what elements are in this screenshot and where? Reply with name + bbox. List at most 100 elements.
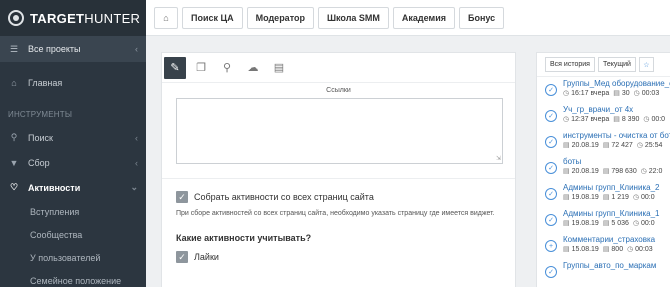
sidebar-item-search[interactable]: ⚲ Поиск ‹ [0,125,146,150]
calendar-icon: ▤ [563,142,570,149]
history-item-duration: 00:0 [641,220,655,227]
history-item-title[interactable]: Админы групп_Клиника_2 [563,181,670,192]
bonus-button[interactable]: Бонус [458,6,505,29]
history-item-date: 12:37 вчера [571,116,610,123]
moderator-button[interactable]: Модератор [246,6,314,29]
likes-label: Лайки [194,252,219,262]
smm-school-button[interactable]: Школа SMM [317,6,389,29]
all-history-button[interactable]: Вся история [545,57,595,72]
tab-edit[interactable]: ✎ [164,56,186,79]
history-item-title[interactable]: Комментарии_страховка [563,233,670,244]
check-circle-icon: ✓ [545,84,557,96]
mode-tabs: ✎ ❐ ⚲ ☁ ▤ [162,53,515,83]
academy-button[interactable]: Академия [392,6,455,29]
audience-search-button[interactable]: Поиск ЦА [182,6,243,29]
clock-icon: ◷ [563,116,570,123]
logo[interactable]: TARGETHUNTER [0,0,146,36]
file-icon: ▤ [602,220,610,227]
file-icon: ▤ [602,168,610,175]
home-button[interactable]: ⌂ [154,6,178,29]
sidebar-subitem-joins[interactable]: Вступления [0,200,146,223]
check-circle-icon: ✓ [545,188,557,200]
history-item-date: 19.08.19 [571,220,599,227]
chevron-left-icon: ‹ [135,157,138,168]
star-icon: ☆ [643,61,650,69]
divider [162,178,515,179]
cloud-upload-icon: ☁ [247,62,259,74]
edit-icon: ✎ [170,62,180,74]
check-circle-icon: ✓ [545,214,557,226]
history-item[interactable]: ✓ Админы групп_Клиника_2 ▤ 19.08.19 ▤ 1 … [537,181,670,207]
home-icon: ⌂ [11,77,17,88]
tab-upload[interactable]: ☁ [242,57,264,79]
clock-icon: ◷ [563,90,570,97]
chevron-down-icon: ⌄ [130,182,138,192]
likes-option[interactable]: ✓ Лайки [176,251,515,263]
history-item[interactable]: ✓ Группы_Мед оборудование_с ◷ 16:17 вчер… [537,77,670,103]
file-icon: ▤ [602,194,610,201]
history-item-count: 1 219 [611,194,629,201]
history-item-date: 16:17 вчера [571,90,610,97]
tools-section-label: ИНСТРУМЕНТЫ [8,109,73,119]
sidebar-item-label: Сбор [28,157,50,168]
timer-icon: ◷ [636,142,643,149]
history-item[interactable]: ✓ Группы_авто_по_маркам [537,259,670,285]
history-item-count: 72 427 [611,142,633,149]
history-item-title[interactable]: Группы_авто_по_маркам [563,259,670,270]
sidebar-item-collect[interactable]: ▼ Сбор ‹ [0,150,146,175]
calendar-icon: ▤ [563,168,570,175]
history-item[interactable]: + Комментарии_страховка ▤ 15.08.19 ▤ 800… [537,233,670,259]
collect-all-label: Собрать активности со всех страниц сайта [194,192,374,202]
history-item-meta: ◷ 16:17 вчера ▤ 30 ◷ 00:03 [563,89,670,97]
check-circle-icon: ✓ [545,266,557,278]
timer-icon: ◷ [640,168,647,175]
history-item[interactable]: ✓ инструменты - очистка от бот ▤ 20.08.1… [537,129,670,155]
calendar-icon: ▤ [563,246,570,253]
history-panel: Вся история Текущий ☆ ✓ Группы_Мед обору… [536,52,670,287]
history-item-count: 5 036 [611,220,629,227]
likes-checkbox[interactable]: ✓ [176,251,188,263]
chevron-left-icon: ‹ [135,132,138,143]
favorites-button[interactable]: ☆ [638,57,654,72]
current-button[interactable]: Текущий [597,57,636,72]
history-item-meta: ▤ 19.08.19 ▤ 1 219 ◷ 00:0 [563,193,670,201]
sidebar-item-home[interactable]: ⌂ Главная [0,70,146,95]
resize-handle-icon[interactable]: ⇲ [496,155,501,162]
history-item-meta: ◷ 12:37 вчера ▤ 8 390 ◷ 00:0 [563,115,670,123]
sidebar-item-label: Главная [28,77,63,88]
collect-all-option[interactable]: ✓ Собрать активности со всех страниц сай… [176,191,515,203]
logo-text: TARGETHUNTER [30,10,141,26]
history-item[interactable]: ✓ Уч_гр_врачи_от 4х ◷ 12:37 вчера ▤ 8 39… [537,103,670,129]
history-item[interactable]: ✓ Админы групп_Клиника_1 ▤ 19.08.19 ▤ 5 … [537,207,670,233]
history-item-date: 15.08.19 [571,246,599,253]
sidebar-subitem-communities[interactable]: Сообщества [0,223,146,246]
history-item-title[interactable]: боты [563,155,670,166]
plus-circle-icon: + [545,240,557,252]
sidebar-item-activity[interactable]: ♡ Активности ⌄ [0,175,146,200]
history-item[interactable]: ✓ боты ▤ 20.08.19 ▤ 798 630 ◷ 22:0 [537,155,670,181]
history-item-title[interactable]: Уч_гр_врачи_от 4х [563,103,670,114]
book-icon: ▤ [273,62,285,74]
timer-icon: ◷ [643,116,650,123]
tab-book[interactable]: ▤ [268,57,290,79]
sidebar-subitem-users[interactable]: У пользователей [0,246,146,269]
tab-location[interactable]: ⚲ [216,57,238,79]
projects-label: Все проекты [28,44,81,54]
collect-all-checkbox[interactable]: ✓ [176,191,188,203]
copy-icon: ❐ [196,62,206,74]
history-item-meta: ▤ 20.08.19 ▤ 72 427 ◷ 25:54 [563,141,670,149]
history-item-date: 20.08.19 [571,168,599,175]
file-icon: ▤ [602,142,610,149]
history-item-title[interactable]: инструменты - очистка от бот [563,129,670,140]
file-icon: ▤ [602,246,610,253]
history-item-title[interactable]: Админы групп_Клиника_1 [563,207,670,218]
tab-copy[interactable]: ❐ [190,57,212,79]
history-item-duration: 00:03 [635,246,653,253]
history-item-title[interactable]: Группы_Мед оборудование_с [563,77,670,88]
activity-types-heading: Какие активности учитывать? [176,233,312,243]
history-item-count: 798 630 [611,168,637,175]
links-textarea[interactable]: ⇲ [176,98,503,164]
projects-selector[interactable]: ☰ Все проекты ‹ [0,36,146,62]
timer-icon: ◷ [627,246,634,253]
sidebar-subitem-family-status[interactable]: Семейное положение [0,269,146,287]
